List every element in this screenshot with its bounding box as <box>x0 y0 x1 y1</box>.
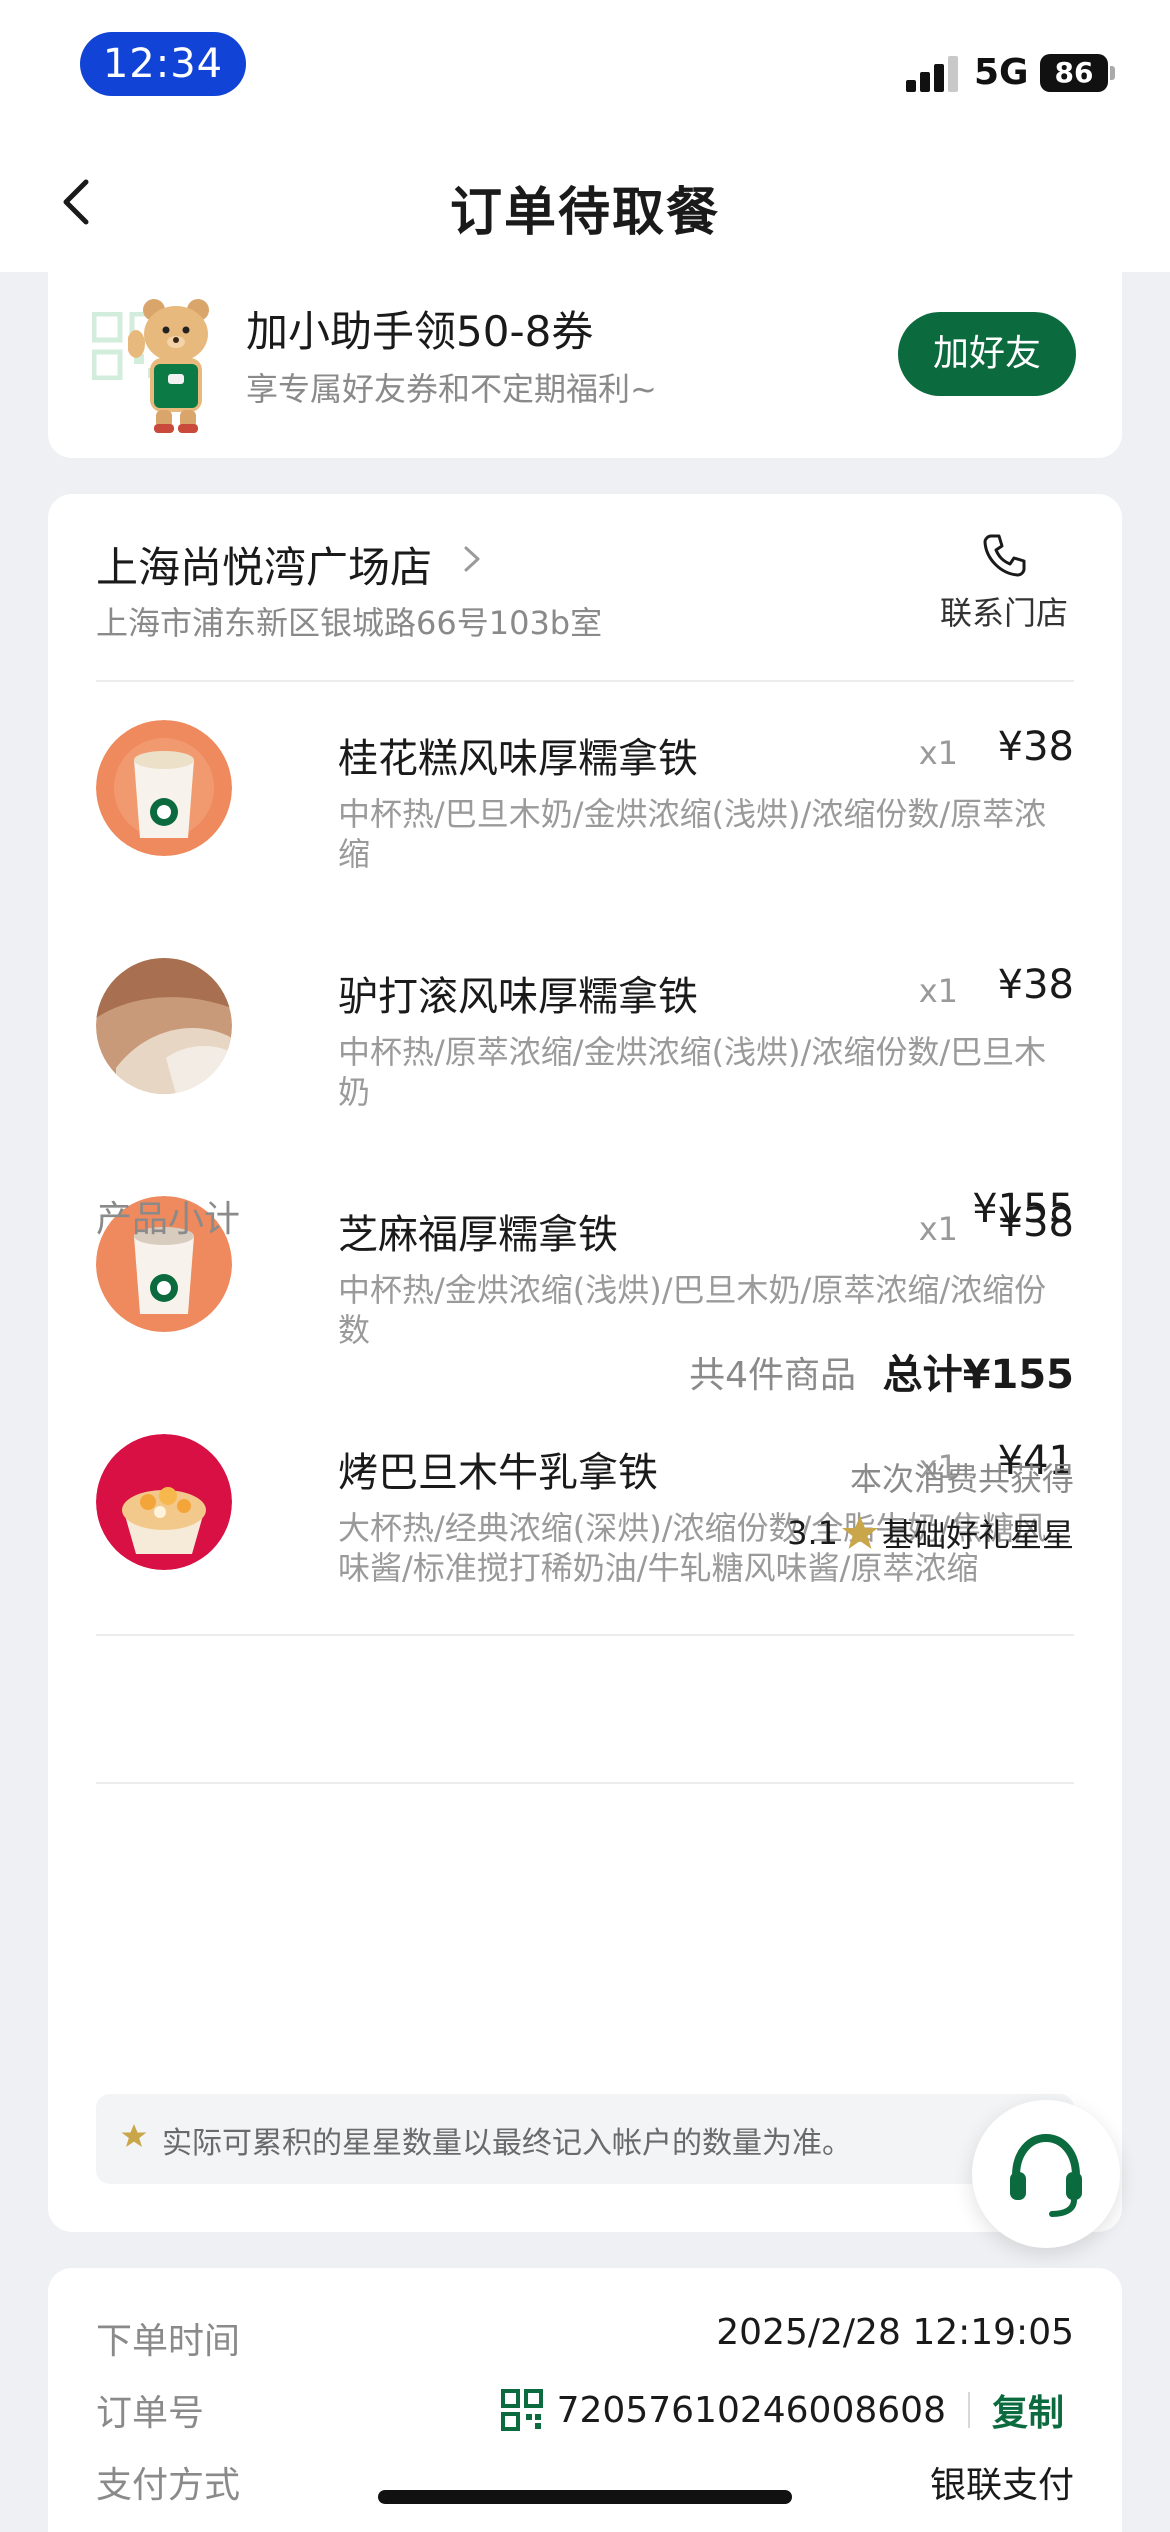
divider <box>96 1782 1074 1784</box>
item-image <box>96 1434 232 1570</box>
item-name: 驴打滚风味厚糯拿铁 <box>338 974 698 1020</box>
order-time-label: 下单时间 <box>96 2321 241 2362</box>
qr-code-icon[interactable] <box>500 2389 543 2431</box>
payment-method-value: 银联支付 <box>929 2465 1074 2506</box>
item-quantity: x1 <box>918 734 958 772</box>
stars-notice-text: 实际可累积的星星数量以最终记入帐户的数量为准。 <box>162 2126 852 2161</box>
contact-store-label: 联系门店 <box>939 594 1068 632</box>
stars-earned-row: 3.1 基础好礼星星 <box>787 1510 1074 1556</box>
order-number-label: 订单号 <box>96 2393 205 2434</box>
order-number-value: 72057610246008608 <box>556 2389 946 2431</box>
status-bar: 12:34 5G 86 <box>0 0 1170 130</box>
item-quantity: x1 <box>918 1210 958 1248</box>
stars-earned-amount: 3.1 <box>787 1514 838 1552</box>
network-label: 5G <box>974 52 1029 93</box>
bear-mascot-icon <box>128 299 209 433</box>
total-price: 总计¥155 <box>882 1352 1074 1398</box>
order-pickup-page: 12:34 5G 86 订单待取餐 加小助手领50-8券 享专属好友券和不定期福… <box>0 0 1170 2532</box>
item-price: ¥38 <box>997 724 1074 770</box>
order-item[interactable]: 驴打滚风味厚糯拿铁 x1 ¥38 中杯热/原萃浓缩/金烘浓缩(浅烘)/浓缩份数/… <box>96 958 1074 1158</box>
order-time-value: 2025/2/28 12:19:05 <box>716 2312 1074 2353</box>
stars-notice: 实际可累积的星星数量以最终记入帐户的数量为准。 <box>96 2094 1074 2184</box>
payment-method-row: 支付方式 银联支付 <box>96 2456 1074 2516</box>
add-friend-button[interactable]: 加好友 <box>898 312 1076 396</box>
page-title: 订单待取餐 <box>449 183 720 243</box>
subtotal-value: ¥155 <box>972 1186 1074 1232</box>
store-name[interactable]: 上海尚悦湾广场店 <box>96 534 432 595</box>
customer-service-button[interactable] <box>972 2100 1120 2248</box>
order-card: 上海尚悦湾广场店 上海市浦东新区银城路66号103b室 联系门店 桂花糕风味厚糯… <box>48 494 1122 2232</box>
copy-order-number-button[interactable]: 复制 <box>992 2384 1064 2436</box>
item-price: ¥38 <box>997 962 1074 1008</box>
item-image <box>96 720 232 856</box>
item-spec: 中杯热/巴旦木奶/金烘浓缩(浅烘)/浓缩份数/原萃浓缩 <box>338 795 1047 873</box>
item-count: 共4件商品 <box>689 1355 856 1396</box>
divider <box>96 1634 1074 1636</box>
headset-icon <box>1010 2133 1082 2217</box>
status-time: 12:34 <box>80 32 246 96</box>
order-number-row: 订单号 72057610246008608 复制 <box>96 2384 1074 2444</box>
divider <box>967 2392 970 2428</box>
battery-icon: 86 <box>1040 54 1108 92</box>
battery-tip <box>1110 66 1115 80</box>
item-spec: 中杯热/金烘浓缩(浅烘)/巴旦木奶/原萃浓缩/浓缩份数 <box>338 1271 1047 1349</box>
phone-icon <box>983 534 1026 577</box>
item-name: 芝麻福厚糯拿铁 <box>338 1212 618 1258</box>
chevron-right-icon[interactable] <box>458 542 486 576</box>
payment-method-label: 支付方式 <box>96 2465 241 2506</box>
order-time-row: 下单时间 2025/2/28 12:19:05 <box>96 2312 1074 2372</box>
order-number-group: 72057610246008608 复制 <box>500 2384 1074 2436</box>
item-name: 烤巴旦木牛乳拿铁 <box>338 1450 658 1496</box>
item-spec: 中杯热/原萃浓缩/金烘浓缩(浅烘)/浓缩份数/巴旦木奶 <box>338 1033 1047 1111</box>
stars-earned-type: 基础好礼星星 <box>881 1516 1074 1554</box>
promo-subtitle: 享专属好友券和不定期福利~ <box>246 370 657 408</box>
signal-icon <box>906 54 960 92</box>
home-indicator <box>378 2490 792 2504</box>
nav-bar: 订单待取餐 <box>0 130 1170 272</box>
promo-card: 加小助手领50-8券 享专属好友券和不定期福利~ 加好友 <box>48 272 1122 458</box>
item-quantity: x1 <box>918 972 958 1010</box>
store-address: 上海市浦东新区银城路66号103b室 <box>96 604 603 642</box>
item-name: 桂花糕风味厚糯拿铁 <box>338 736 698 782</box>
item-image <box>96 958 232 1094</box>
star-icon <box>121 2124 147 2147</box>
divider <box>96 680 1074 682</box>
star-icon <box>841 1516 878 1549</box>
promo-title: 加小助手领50-8券 <box>246 307 594 356</box>
subtotal-label: 产品小计 <box>96 1199 241 1240</box>
stars-earned-label: 本次消费共获得 <box>849 1460 1074 1498</box>
contact-store-button[interactable]: 联系门店 <box>934 530 1074 640</box>
order-item[interactable]: 桂花糕风味厚糯拿铁 x1 ¥38 中杯热/巴旦木奶/金烘浓缩(浅烘)/浓缩份数/… <box>96 720 1074 920</box>
